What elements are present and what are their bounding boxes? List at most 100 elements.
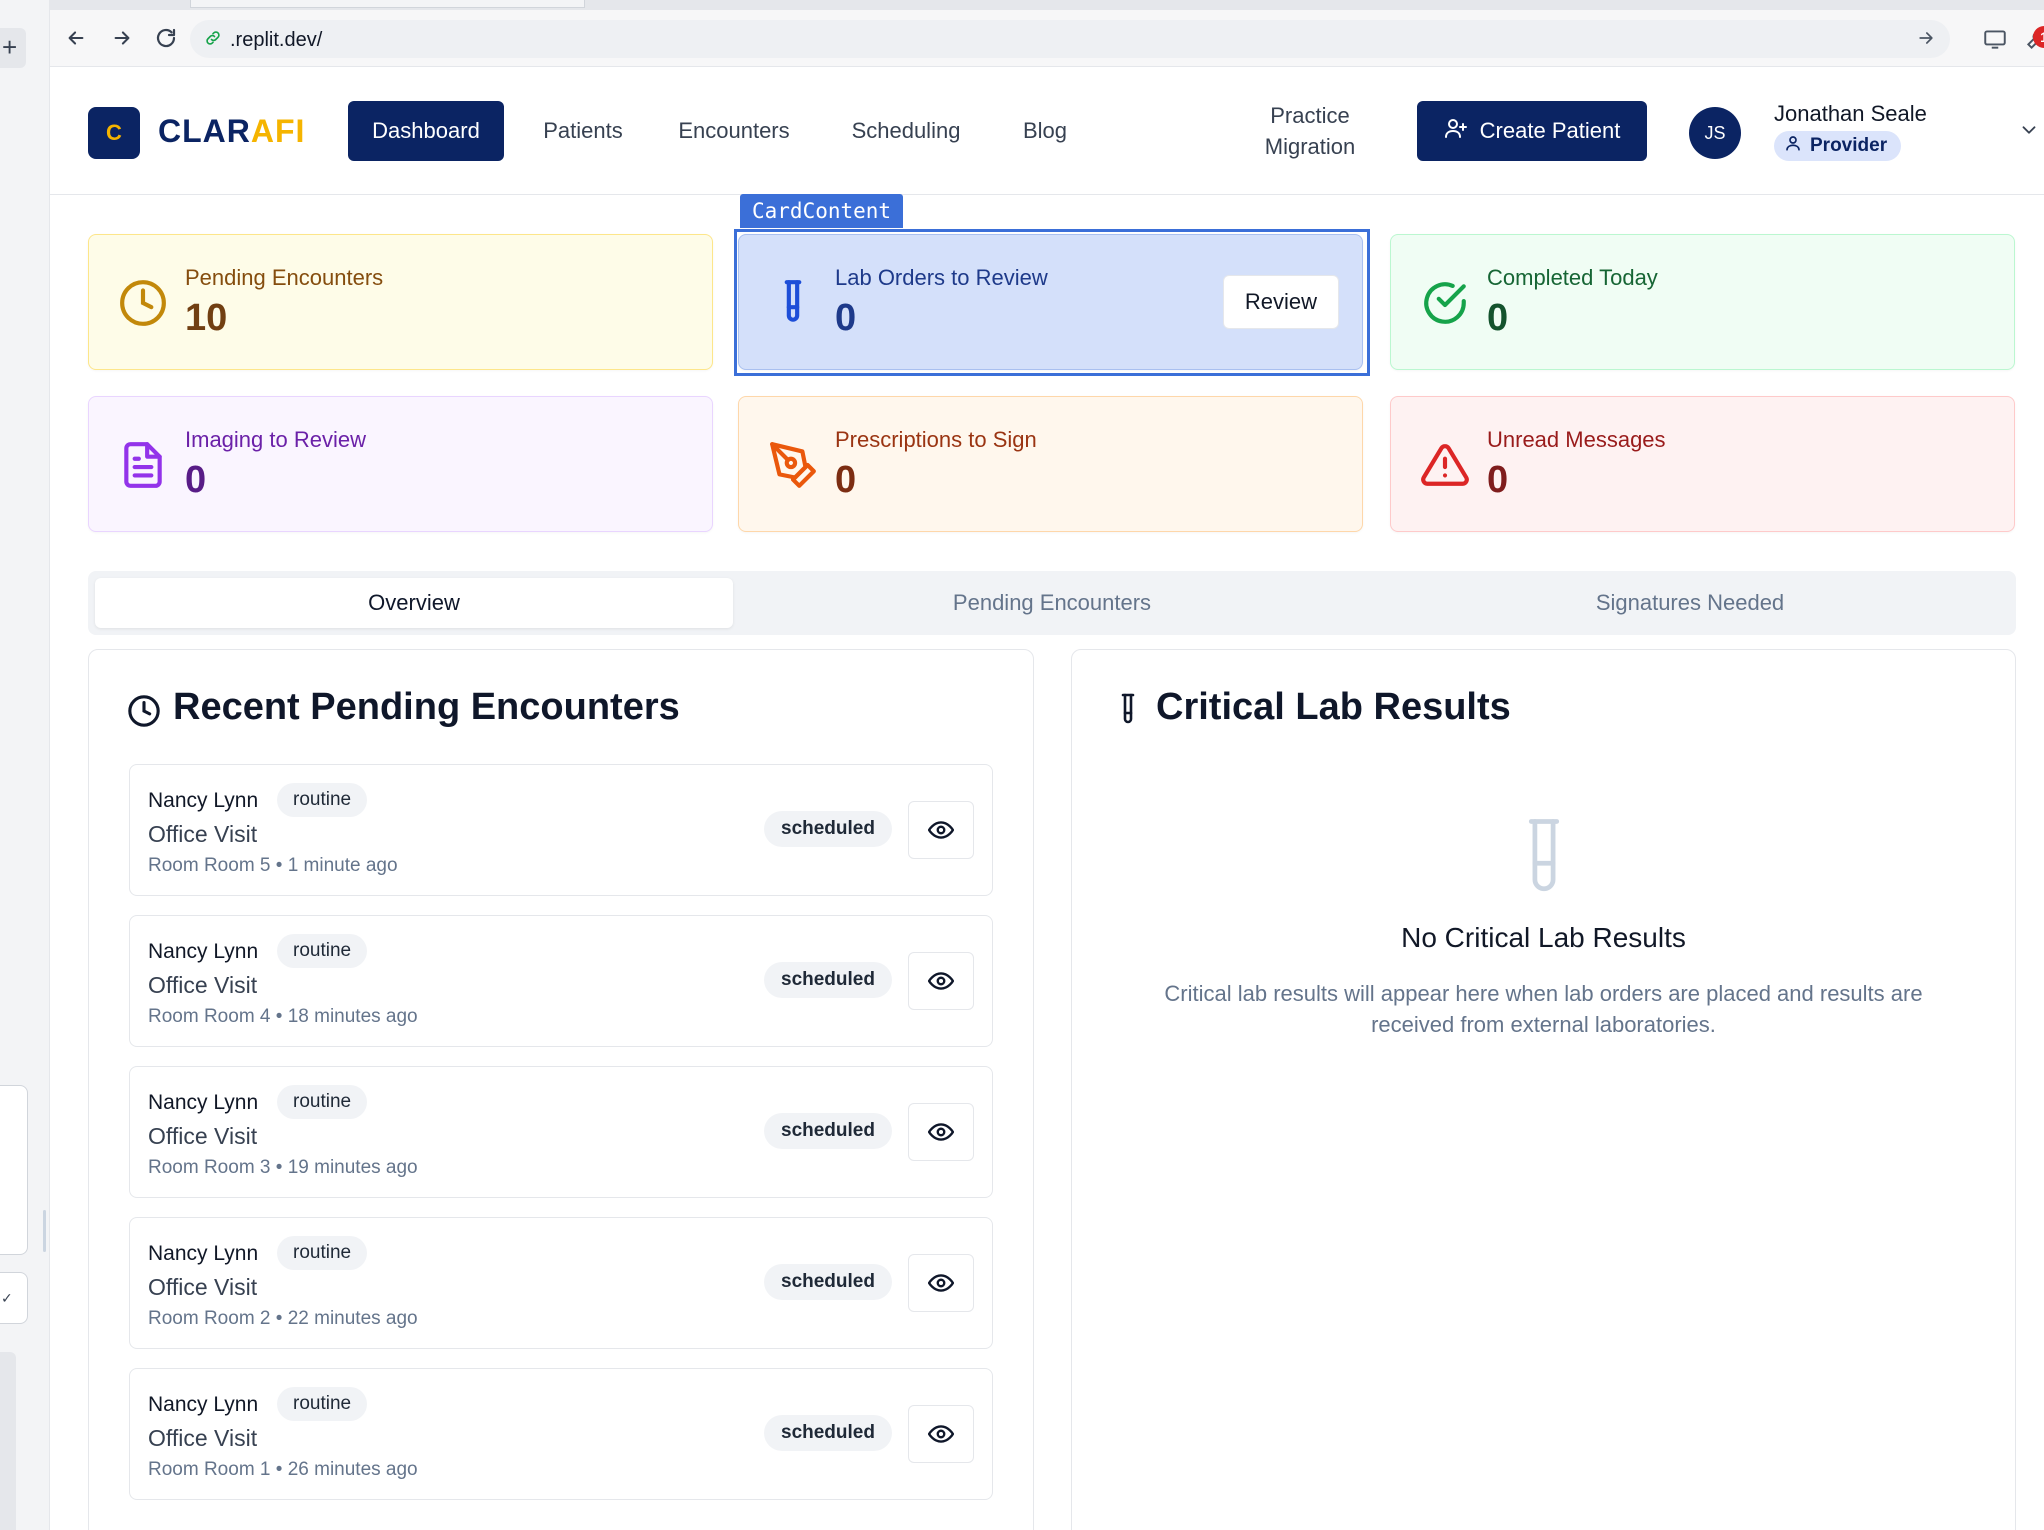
- priority-badge: routine: [277, 1236, 368, 1270]
- test-tube-icon: [1116, 692, 1140, 733]
- list-item[interactable]: Nancy Lynn routine Office Visit Room Roo…: [129, 764, 993, 896]
- nav-patients[interactable]: Patients: [533, 101, 633, 161]
- avatar[interactable]: JS: [1689, 107, 1741, 159]
- inspector-label: CardContent: [740, 194, 904, 228]
- outer-panel: [0, 1085, 28, 1255]
- priority-badge: routine: [277, 1387, 368, 1421]
- list-item[interactable]: Nancy Lynn routine Office Visit Room Roo…: [129, 1066, 993, 1198]
- nav-practice-migration[interactable]: Practice Migration: [1242, 101, 1378, 161]
- patient-name: Nancy Lynn: [148, 1091, 259, 1114]
- eye-icon: [928, 1425, 954, 1443]
- nav-blog[interactable]: Blog: [1000, 101, 1090, 161]
- clock-icon: [117, 277, 169, 329]
- reload-icon[interactable]: [150, 22, 182, 54]
- stat-card-imaging[interactable]: Imaging to Review 0: [88, 396, 713, 532]
- review-button[interactable]: Review: [1223, 275, 1339, 329]
- encounter-meta: Room Room 3 • 19 minutes ago: [148, 1157, 418, 1178]
- role-label: Provider: [1810, 135, 1888, 156]
- stat-value: 0: [185, 459, 207, 501]
- stat-label: Prescriptions to Sign: [835, 427, 1037, 452]
- patient-name: Nancy Lynn: [148, 1393, 259, 1416]
- view-button[interactable]: [908, 1103, 974, 1161]
- priority-badge: routine: [277, 783, 368, 817]
- test-tube-icon: [767, 277, 819, 329]
- stat-value: 0: [835, 459, 857, 501]
- stat-card-prescriptions[interactable]: Prescriptions to Sign 0: [738, 396, 1363, 532]
- encounter-type: Office Visit: [148, 1425, 258, 1451]
- status-badge: scheduled: [764, 1415, 892, 1451]
- alert-triangle-icon: [1419, 439, 1471, 491]
- forward-arrow-icon[interactable]: [106, 22, 138, 54]
- browser-tab-strip: [50, 0, 2044, 10]
- app-header: C CLARAFI Dashboard Patients Encounters …: [50, 67, 2044, 195]
- encounter-type: Office Visit: [148, 1274, 258, 1300]
- stat-card-pending-encounters[interactable]: Pending Encounters 10: [88, 234, 713, 370]
- back-arrow-icon[interactable]: [60, 22, 92, 54]
- user-plus-icon: [1444, 116, 1468, 146]
- outer-check-icon[interactable]: ✓: [0, 1272, 28, 1324]
- create-patient-label: Create Patient: [1479, 118, 1621, 143]
- nav-encounters[interactable]: Encounters: [656, 101, 812, 161]
- link-icon: [204, 29, 222, 52]
- stat-label: Imaging to Review: [185, 427, 366, 452]
- user-name: Jonathan Seale: [1774, 101, 1927, 126]
- nav-scheduling[interactable]: Scheduling: [826, 101, 986, 161]
- test-tube-icon: [1522, 816, 1566, 901]
- stat-label: Unread Messages: [1487, 427, 1666, 452]
- status-badge: scheduled: [764, 962, 892, 998]
- empty-state-title: No Critical Lab Results: [1401, 922, 1686, 953]
- stat-card-completed-today[interactable]: Completed Today 0: [1390, 234, 2015, 370]
- list-item[interactable]: Nancy Lynn routine Office Visit Room Roo…: [129, 915, 993, 1047]
- logo-text-part2: AFI: [250, 113, 306, 149]
- encounter-meta: Room Room 2 • 22 minutes ago: [148, 1308, 418, 1329]
- device-preview-icon[interactable]: [1980, 24, 2010, 54]
- stat-card-lab-orders[interactable]: Lab Orders to Review 0 Review: [738, 234, 1363, 370]
- list-item[interactable]: Nancy Lynn routine Office Visit Room Roo…: [129, 1217, 993, 1349]
- browser-toolbar: .replit.dev/ 1: [50, 10, 2044, 67]
- new-tab-plus-icon[interactable]: +: [0, 28, 26, 68]
- go-arrow-icon[interactable]: [1916, 28, 1936, 53]
- logo-text[interactable]: CLARAFI: [158, 113, 305, 150]
- encounter-meta: Room Room 4 • 18 minutes ago: [148, 1006, 418, 1027]
- view-button[interactable]: [908, 1405, 974, 1463]
- tab-signatures-needed[interactable]: Signatures Needed: [1371, 578, 2009, 628]
- tab-overview[interactable]: Overview: [95, 578, 733, 628]
- stat-value: 0: [1487, 297, 1509, 339]
- encounter-type: Office Visit: [148, 972, 258, 998]
- view-button[interactable]: [908, 801, 974, 859]
- stat-value: 0: [835, 297, 857, 339]
- view-button[interactable]: [908, 952, 974, 1010]
- create-patient-button[interactable]: Create Patient: [1417, 101, 1647, 161]
- list-item[interactable]: Nancy Lynn routine Office Visit Room Roo…: [129, 1368, 993, 1500]
- panel-title: Critical Lab Results: [1156, 686, 1511, 728]
- stat-value: 0: [1487, 459, 1509, 501]
- tab-pending-encounters[interactable]: Pending Encounters: [733, 578, 1371, 628]
- patient-name: Nancy Lynn: [148, 940, 259, 963]
- browser-tab[interactable]: [190, 0, 585, 8]
- resize-handle[interactable]: [43, 1210, 46, 1252]
- stat-card-unread-messages[interactable]: Unread Messages 0: [1390, 396, 2015, 532]
- view-button[interactable]: [908, 1254, 974, 1312]
- stat-value: 10: [185, 297, 228, 339]
- dashboard-tabs: Overview Pending Encounters Signatures N…: [88, 571, 2016, 635]
- pen-tool-icon: [767, 439, 819, 491]
- nav-dashboard[interactable]: Dashboard: [348, 101, 504, 161]
- clock-icon: [127, 694, 161, 733]
- stat-label: Completed Today: [1487, 265, 1658, 290]
- patient-name: Nancy Lynn: [148, 789, 259, 812]
- eye-icon: [928, 1274, 954, 1292]
- user-icon: [1784, 134, 1802, 158]
- status-badge: scheduled: [764, 811, 892, 847]
- encounter-meta: Room Room 1 • 26 minutes ago: [148, 1459, 418, 1480]
- encounter-type: Office Visit: [148, 821, 258, 847]
- eye-icon: [928, 972, 954, 990]
- encounter-meta: Room Room 5 • 1 minute ago: [148, 855, 398, 876]
- eye-icon: [928, 821, 954, 839]
- stat-label: Lab Orders to Review: [835, 265, 1048, 290]
- chevron-down-icon[interactable]: [2018, 119, 2040, 146]
- role-badge: Provider: [1774, 131, 1902, 161]
- recent-pending-encounters-panel: Recent Pending Encounters Nancy Lynn rou…: [88, 649, 1034, 1530]
- eye-icon: [928, 1123, 954, 1141]
- address-bar[interactable]: .replit.dev/: [190, 20, 1950, 58]
- patient-name: Nancy Lynn: [148, 1242, 259, 1265]
